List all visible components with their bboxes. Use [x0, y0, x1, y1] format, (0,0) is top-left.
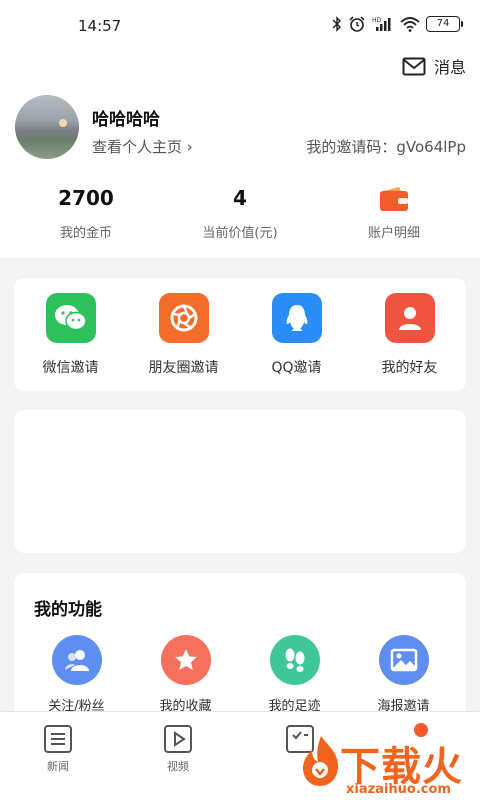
share-qq-label: QQ邀请	[271, 360, 322, 376]
func-favorites[interactable]: 我的收藏	[136, 635, 236, 714]
tab-news[interactable]: 新闻	[28, 724, 88, 774]
stat-value-label: 当前价值(元)	[202, 226, 278, 241]
battery-icon: 74	[426, 16, 463, 32]
flame-logo-icon	[303, 736, 338, 786]
stat-coins[interactable]: 2700 我的金币	[6, 186, 166, 241]
tab-news-label: 新闻	[47, 760, 69, 773]
wifi-icon	[400, 17, 420, 32]
invite-card: 微信邀请 朋友圈邀请 QQ邀请 我的好友	[14, 278, 466, 391]
share-moments[interactable]: 朋友圈邀请	[134, 293, 234, 391]
invite-code-value: gVo64lPp	[396, 138, 466, 156]
my-friends-label: 我的好友	[381, 360, 438, 376]
status-icons: HD 74	[332, 16, 463, 32]
messages-button[interactable]: 消息	[402, 54, 466, 78]
stat-coins-value: 2700	[58, 186, 114, 210]
messages-label: 消息	[433, 58, 466, 77]
my-friends[interactable]: 我的好友	[360, 293, 460, 391]
user-icon	[384, 293, 435, 343]
footprint-icon	[269, 635, 320, 685]
image-icon	[378, 635, 429, 685]
tab-video[interactable]: 视频	[148, 724, 208, 774]
wallet-icon	[380, 187, 408, 211]
stat-value[interactable]: 4 当前价值(元)	[160, 186, 320, 241]
wechat-icon	[45, 293, 96, 343]
stat-account-label: 账户明细	[367, 226, 420, 241]
view-profile-label: 查看个人主页	[92, 138, 183, 156]
users-icon	[51, 635, 102, 685]
functions-title: 我的功能	[34, 600, 102, 620]
tab-video-label: 视频	[167, 760, 189, 773]
aperture-icon	[158, 293, 209, 343]
share-qq[interactable]: QQ邀请	[247, 293, 347, 391]
func-footprints[interactable]: 我的足迹	[245, 635, 345, 714]
qq-icon	[271, 293, 322, 343]
share-wechat[interactable]: 微信邀请	[21, 293, 121, 391]
watermark-logo: 下载火 xiazaihuo.com	[296, 730, 480, 800]
watermark-site: xiazaihuo.com	[346, 782, 451, 797]
battery-level: 74	[436, 18, 450, 29]
bluetooth-icon	[332, 16, 341, 32]
status-time: 14:57	[78, 17, 122, 35]
stat-account-details[interactable]: 账户明细	[314, 186, 474, 241]
star-icon	[160, 635, 211, 685]
stat-coins-label: 我的金币	[59, 226, 112, 241]
invite-code-label: 我的邀请码：	[306, 138, 397, 156]
share-moments-label: 朋友圈邀请	[148, 360, 219, 376]
func-poster-invite[interactable]: 海报邀请	[354, 635, 454, 714]
status-bar: 14:57 HD 74	[0, 0, 480, 48]
chevron-right-icon: ›	[182, 138, 193, 156]
functions-row: 关注/粉丝 我的收藏 我的足迹 海报邀请	[14, 635, 466, 714]
svg-text:HD: HD	[372, 17, 382, 24]
invite-code: 我的邀请码：gVo64lPp	[306, 136, 466, 157]
signal-icon: HD	[372, 17, 391, 31]
func-follow-fans[interactable]: 关注/粉丝	[27, 635, 127, 714]
video-icon	[164, 725, 192, 753]
share-wechat-label: 微信邀请	[42, 360, 99, 376]
profile-header: 14:57 HD 74 消息 哈哈哈哈 查看个人主页 › 我的邀请码：gVo64…	[0, 0, 480, 258]
username: 哈哈哈哈	[92, 110, 160, 130]
avatar[interactable]	[15, 95, 79, 159]
view-profile-link[interactable]: 查看个人主页 ›	[92, 136, 193, 157]
banner-placeholder	[14, 410, 466, 553]
mail-icon	[402, 57, 426, 75]
news-icon	[44, 725, 72, 753]
alarm-icon	[349, 16, 365, 32]
stat-value-amount: 4	[233, 186, 247, 210]
